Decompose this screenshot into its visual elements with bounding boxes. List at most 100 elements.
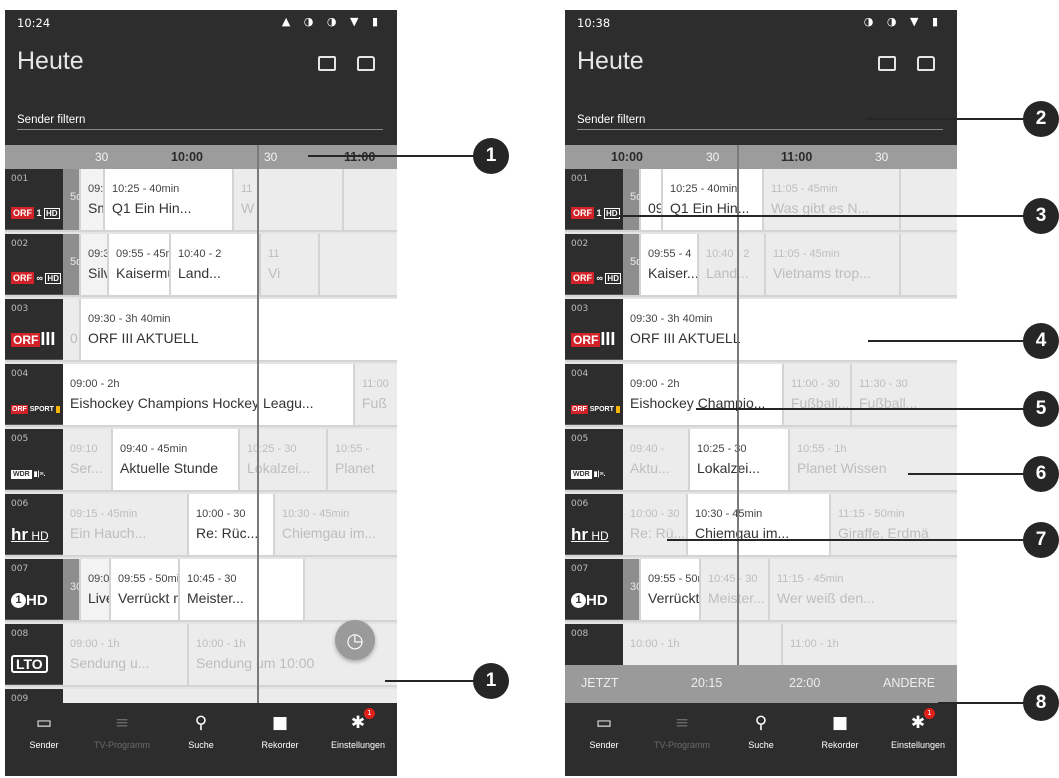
quick-2200-button[interactable]: 22:00	[789, 676, 820, 690]
channel-row[interactable]: 004 ORF SPORT +09:00 - 2h Eishockey Champi…	[5, 364, 397, 427]
program-cell[interactable]	[305, 559, 397, 620]
program-cell[interactable]: 09:40 - 45min Smart10 - Da...	[81, 169, 105, 230]
program-cell[interactable]: 09:40 - 45min Aktuelle Stunde	[113, 429, 240, 490]
program-cell[interactable]: 11 Vi	[261, 234, 320, 295]
channel-row[interactable]: 009	[5, 689, 397, 703]
program-cell[interactable]: 09:00 - 1h Sendung u...	[63, 624, 189, 685]
program-cell[interactable]	[320, 234, 397, 295]
channel-row[interactable]: 003 ORF III 09:30 - 3h 40min ORF III AKTUELL	[565, 299, 957, 362]
channel-filter-input[interactable]: Sender filtern	[577, 114, 943, 130]
quick-now-button[interactable]: JETZT	[581, 676, 619, 690]
replay-badge[interactable]: 5d	[63, 234, 81, 295]
quick-other-button[interactable]: ANDERE	[883, 676, 935, 690]
channel-logo[interactable]: 007 1 HD	[5, 559, 63, 620]
program-cell[interactable]: 09:55 - 45min Kaisermühlen...	[109, 234, 171, 295]
channel-logo[interactable]: 003 ORF III	[565, 299, 623, 360]
replay-badge[interactable]: 30h	[623, 559, 641, 620]
program-cell[interactable]	[901, 169, 957, 230]
program-cell[interactable]: 09:30 - 3h 40min ORF III AKTUELL	[81, 299, 397, 360]
channel-row[interactable]: 0071HD 30h 09:05 - Live... 09:55 - 50min Verr…	[5, 559, 397, 622]
channel-row[interactable]: 006 hr HD 10:00 - 30 Re: Rü... 10:30 - 45min…	[565, 494, 957, 557]
channel-logo[interactable]: 006 hr HD	[565, 494, 623, 555]
program-cell[interactable]: 11 W	[234, 169, 344, 230]
nav-item-suche[interactable]: ⚲ Suche	[722, 703, 800, 763]
program-cell[interactable]: 10:55 - 1h Planet Wissen	[790, 429, 957, 490]
channel-row[interactable]: 002ORF ∞ HD5d09:55 - 4Kaiser...10:40 - 2…	[565, 234, 957, 297]
nav-item-einstellungen[interactable]: ✱ Einstellungen 1	[879, 703, 957, 763]
nav-item-sender[interactable]: ▭ Sender	[565, 703, 643, 763]
program-cell[interactable]: 09:15 - 45min Ein Hauch...	[63, 494, 189, 555]
program-cell[interactable]: 10:30 - 45min Chiemgau im...	[275, 494, 397, 555]
program-cell[interactable]: 10:55 - Planet	[328, 429, 397, 490]
program-cell[interactable]	[901, 234, 957, 295]
program-cell[interactable]: 11:00 - 30 Fußball...	[784, 364, 852, 425]
clock-icon[interactable]: ◷	[335, 620, 375, 660]
nav-item-tvprogramm[interactable]: ≡ TV-Programm	[83, 703, 161, 763]
timeline-bar[interactable]: 30 10:00 30 11:00	[5, 145, 397, 169]
channel-logo[interactable]: 008 LTO	[5, 624, 63, 685]
nav-item-einstellungen[interactable]: ✱ Einstellungen 1	[319, 703, 397, 763]
program-cell[interactable]: 10:45 - 30Meister...	[701, 559, 770, 620]
radio-icon[interactable]	[357, 56, 375, 71]
program-cell[interactable]: 11:05 - 45min Vietnams trop...	[766, 234, 901, 295]
program-cell[interactable]: 10:30 - 45min Chiemgau im...	[688, 494, 831, 555]
program-cell[interactable]: 09:55 - 50m Verrückt...	[641, 559, 701, 620]
replay-badge[interactable]: 5d	[623, 234, 641, 295]
program-cell[interactable]	[63, 689, 397, 703]
program-cell[interactable]	[344, 169, 397, 230]
replay-badge[interactable]: 5d	[63, 169, 81, 230]
channel-logo[interactable]: 002 ORF ∞ HD	[565, 234, 623, 295]
program-cell[interactable]: 09:10 Ser...	[63, 429, 113, 490]
program-cell[interactable]: 10:40 - 2 Land...	[699, 234, 766, 295]
channel-logo[interactable]: 005 WDR ▮|≡.	[5, 429, 63, 490]
channel-row[interactable]: 0071HD30h09:55 - 50mVerrückt...10:45 - 3…	[565, 559, 957, 622]
program-cell[interactable]: 09:55 - 4 Kaiser...	[641, 234, 699, 295]
channel-row[interactable]: 002ORF ∞ HD5d09:30 -Silvia...09:55 - 45m…	[5, 234, 397, 297]
channel-logo[interactable]: 002 ORF ∞ HD	[5, 234, 63, 295]
nav-item-sender[interactable]: ▭ Sender	[5, 703, 83, 763]
channel-row[interactable]: 005 WDR ▮|≡. 09:40 - Aktu... 10:25 - 30 Lokal…	[565, 429, 957, 492]
program-cell[interactable]: 10:25 - 30 Lokalzei...	[690, 429, 790, 490]
program-cell[interactable]: 09:40 - Aktu...	[623, 429, 690, 490]
channel-logo[interactable]: 003 ORF III	[5, 299, 63, 360]
program-cell[interactable]: 10:00 - 30 Re: Rü...	[623, 494, 688, 555]
channel-row[interactable]: 004 ORF SPORT +09:00 - 2h Eishockey Champi…	[565, 364, 957, 427]
program-cell[interactable]: 11:30 - 30 Fußball...	[852, 364, 957, 425]
program-cell[interactable]: 10:25 - 40min Q1 Ein Hin...	[105, 169, 234, 230]
program-cell[interactable]: 0	[63, 299, 81, 360]
program-grid[interactable]: 001ORF 1 HD 5d 09:40 - 45min Smart10 - Da..…	[5, 169, 397, 703]
program-cell[interactable]: 09:30 - Silvia...	[81, 234, 109, 295]
program-grid[interactable]: 001ORF 1 HD 5d 0910:25 - 40minQ1 Ein Hin..…	[565, 169, 957, 703]
channel-filter-input[interactable]: Sender filtern	[17, 114, 383, 130]
program-cell[interactable]: 09:30 - 3h 40min ORF III AKTUELL	[623, 299, 957, 360]
nav-item-suche[interactable]: ⚲ Suche	[162, 703, 240, 763]
program-cell[interactable]: 09:55 - 50min Verrückt nach...	[111, 559, 180, 620]
program-cell[interactable]: 11:15 - 50min Giraffe, Erdmä	[831, 494, 957, 555]
channel-logo[interactable]: 004 ORF SPORT +	[5, 364, 63, 425]
channel-row[interactable]: 001ORF 1 HD 5d 09:40 - 45min Smart10 - Da..…	[5, 169, 397, 232]
program-cell[interactable]: 10:25 - 40min Q1 Ein Hin...	[663, 169, 764, 230]
program-cell[interactable]: 09:05 - Live...	[81, 559, 111, 620]
channel-row[interactable]: 001ORF 1 HD 5d 0910:25 - 40minQ1 Ein Hin..…	[565, 169, 957, 232]
nav-item-rekorder[interactable]: ■ Rekorder	[801, 703, 879, 763]
radio-icon[interactable]	[917, 56, 935, 71]
program-cell[interactable]: 10:25 - 30 Lokalzei...	[240, 429, 328, 490]
channel-logo[interactable]: 001 ORF 1 HD	[565, 169, 623, 230]
replay-badge[interactable]: 5d	[623, 169, 641, 230]
nav-item-tvprogramm[interactable]: ≡ TV-Programm	[643, 703, 721, 763]
program-cell[interactable]: 11:15 - 45min Wer weiß den...	[770, 559, 957, 620]
channel-row[interactable]: 006 hr HD 09:15 - 45min Ein Hauch... 10:00 -…	[5, 494, 397, 557]
nav-item-rekorder[interactable]: ■ Rekorder	[241, 703, 319, 763]
program-cell[interactable]: 10:40 - 2 Land...	[171, 234, 261, 295]
replay-badge[interactable]: 30h	[63, 559, 81, 620]
program-cell[interactable]: 11:05 - 45min Was gibt es N...	[764, 169, 901, 230]
channel-logo[interactable]: 007 1 HD	[565, 559, 623, 620]
program-cell[interactable]: 11:00 Fuß	[355, 364, 397, 425]
timeline-bar[interactable]: 10:00 30 11:00 30	[565, 145, 957, 169]
program-cell[interactable]: 10:00 - 30 Re: Rüc...	[189, 494, 275, 555]
channel-logo[interactable]: 001 ORF 1 HD	[5, 169, 63, 230]
channel-logo[interactable]: 006 hr HD	[5, 494, 63, 555]
channel-logo[interactable]: 004 ORF SPORT +	[565, 364, 623, 425]
program-cell[interactable]: 10:45 - 30Meister...	[180, 559, 305, 620]
channel-row[interactable]: 005 WDR ▮|≡. 09:10 Ser... 09:40 - 45min Aktue…	[5, 429, 397, 492]
